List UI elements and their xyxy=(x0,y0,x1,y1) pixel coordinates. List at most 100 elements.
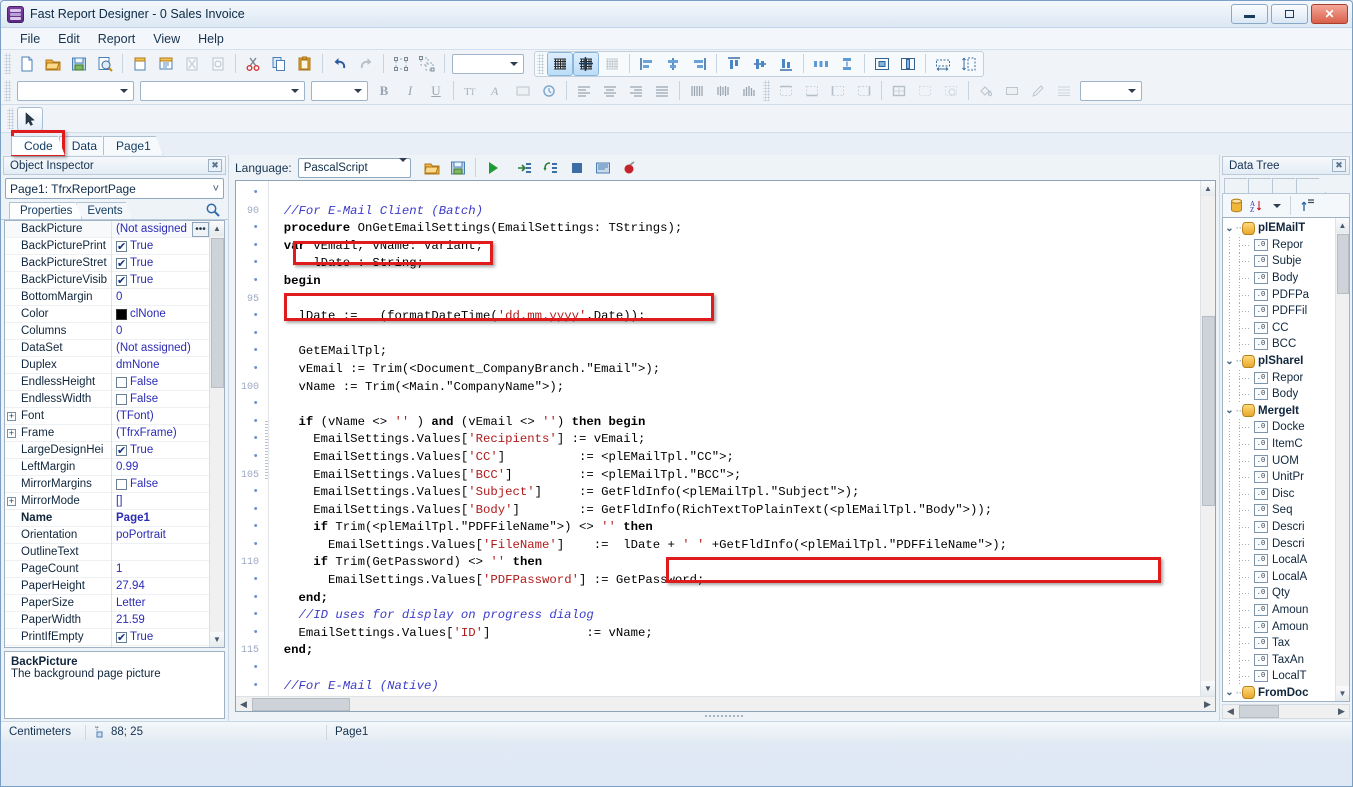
align-text-left-button[interactable] xyxy=(571,79,597,103)
data-tree-field-node[interactable]: .0 Repor xyxy=(1223,369,1335,386)
data-tree-field-node[interactable]: .0 PDFPa xyxy=(1223,286,1335,303)
property-value[interactable]: 0.99 xyxy=(112,459,209,476)
same-height-button[interactable] xyxy=(956,52,982,76)
data-tree-field-node[interactable]: .0 UOM xyxy=(1223,452,1335,469)
code-line[interactable]: vEmail := Trim(<Document_CompanyBranch."… xyxy=(269,361,1200,379)
code-line[interactable]: EmailSettings.Values['Subject'] := GetFl… xyxy=(269,484,1200,502)
toolbar-grip[interactable] xyxy=(537,53,544,74)
code-line[interactable]: lDate := (formatDateTime('dd.mm.yyyy',Da… xyxy=(269,308,1200,326)
style-combo[interactable] xyxy=(1080,80,1142,101)
text-color-button[interactable]: TT xyxy=(458,79,484,103)
group-button[interactable] xyxy=(388,52,414,76)
property-row[interactable]: BottomMargin 0 xyxy=(5,288,209,306)
property-value[interactable]: Letter xyxy=(112,595,209,612)
property-checkbox[interactable] xyxy=(116,274,127,287)
snap-to-grid-button[interactable] xyxy=(573,51,599,76)
property-value[interactable]: (Not assigned) xyxy=(112,340,209,357)
preview-button[interactable] xyxy=(92,52,118,76)
scroll-thumb[interactable] xyxy=(252,697,350,711)
font-style-combo[interactable] xyxy=(140,80,305,101)
align-bottom-button[interactable] xyxy=(773,52,799,76)
stop-button[interactable] xyxy=(564,156,590,180)
scroll-up-button[interactable]: ▲ xyxy=(209,221,224,236)
data-tree-field-node[interactable]: .0 Qty xyxy=(1223,585,1335,602)
line-width-button[interactable] xyxy=(1051,79,1077,103)
data-tree-field-node[interactable]: .0 Body xyxy=(1223,386,1335,403)
code-line[interactable]: EmailSettings.Values['Recipients'] := vE… xyxy=(269,431,1200,449)
expand-toggle-icon[interactable]: + xyxy=(5,496,18,506)
property-value[interactable]: False xyxy=(112,476,209,493)
tab-data[interactable]: Data xyxy=(59,136,109,155)
property-value[interactable]: True xyxy=(112,629,209,646)
pen-button[interactable] xyxy=(1025,79,1051,103)
property-row[interactable]: PaperSize Letter xyxy=(5,594,209,612)
code-line[interactable]: end; xyxy=(269,642,1200,660)
property-value[interactable]: 1 xyxy=(112,561,209,578)
code-line[interactable]: vName := Trim(<Main."CompanyName">); xyxy=(269,379,1200,397)
property-row[interactable]: BackPictureVisib True xyxy=(5,271,209,289)
language-combo[interactable]: PascalScript xyxy=(297,157,411,178)
property-row[interactable]: Orientation poPortrait xyxy=(5,526,209,544)
property-row[interactable]: PrintOnPreviousFalse xyxy=(5,645,209,648)
scroll-down-button[interactable]: ▼ xyxy=(1335,686,1349,701)
minimize-button[interactable] xyxy=(1231,4,1268,24)
code-line[interactable]: EmailSettings.Values['ID'] := vName; xyxy=(269,625,1200,643)
property-row[interactable]: EndlessHeight False xyxy=(5,373,209,391)
property-checkbox[interactable] xyxy=(116,393,127,405)
open-script-button[interactable] xyxy=(419,156,445,180)
code-line[interactable] xyxy=(269,660,1200,678)
property-row[interactable]: DataSet (Not assigned) xyxy=(5,339,209,357)
data-tree-dataset-node[interactable]: ⌄ ·· FromDoc xyxy=(1223,685,1335,701)
new-dialog-button[interactable] xyxy=(153,52,179,76)
font-name-combo[interactable] xyxy=(17,80,134,101)
code-text[interactable]: //For E-Mail Client (Batch) procedure On… xyxy=(269,181,1200,696)
close-button[interactable]: ✕ xyxy=(1311,4,1348,24)
code-line[interactable]: lDate : String; xyxy=(269,255,1200,273)
property-checkbox[interactable] xyxy=(116,478,127,490)
evaluate-button[interactable] xyxy=(590,156,616,180)
frame-top-button[interactable] xyxy=(773,79,799,103)
toolbar-grip[interactable] xyxy=(4,53,11,74)
code-line[interactable]: EmailSettings.Values['FileName'] := lDat… xyxy=(269,537,1200,555)
fill-color-button[interactable] xyxy=(973,79,999,103)
italic-button[interactable]: I xyxy=(397,79,423,103)
frame-bottom-button[interactable] xyxy=(799,79,825,103)
property-row[interactable]: + Frame (TfrxFrame) xyxy=(5,424,209,442)
toolbar-grip[interactable] xyxy=(7,108,14,129)
property-value[interactable]: clNone xyxy=(112,306,209,323)
property-row[interactable]: BackPicture (Not assigned ••• xyxy=(5,221,209,238)
property-value[interactable]: 0 xyxy=(112,323,209,340)
code-line[interactable]: if (vName <> '' ) and (vEmail <> '') the… xyxy=(269,414,1200,432)
toolbar-grip[interactable] xyxy=(4,80,11,101)
code-line[interactable]: var vEmail, vName: Variant; xyxy=(269,238,1200,256)
tab-properties[interactable]: Properties xyxy=(9,202,82,219)
valign-bottom-button[interactable] xyxy=(736,79,762,103)
code-line[interactable]: //For E-Mail (Native) xyxy=(269,678,1200,696)
cut-button[interactable] xyxy=(240,52,266,76)
run-button[interactable] xyxy=(480,156,506,180)
scroll-down-button[interactable]: ▼ xyxy=(1200,681,1215,696)
data-tree-field-node[interactable]: .0 PDFFil xyxy=(1223,303,1335,320)
panel-splitter[interactable] xyxy=(229,712,1219,721)
data-tree-horizontal-scrollbar[interactable]: ◀ ▶ xyxy=(1222,704,1350,719)
frame-all-button[interactable] xyxy=(886,79,912,103)
property-value[interactable]: [] xyxy=(112,493,209,510)
code-vertical-scrollbar[interactable]: ▲ ▼ xyxy=(1200,181,1215,696)
property-value[interactable]: False xyxy=(112,646,209,648)
redo-button[interactable] xyxy=(353,52,379,76)
close-panel-icon[interactable]: ✖ xyxy=(1332,159,1346,172)
valign-center-button[interactable] xyxy=(710,79,736,103)
property-value[interactable]: True xyxy=(112,238,209,255)
data-tree-field-node[interactable]: .0 Amoun xyxy=(1223,618,1335,635)
property-value[interactable]: 27.94 xyxy=(112,578,209,595)
save-report-button[interactable] xyxy=(66,52,92,76)
property-value[interactable]: poPortrait xyxy=(112,527,209,544)
tab-events[interactable]: Events xyxy=(76,202,132,219)
data-tree-dataset-node[interactable]: ⌄ ·· plEMailT xyxy=(1223,220,1335,237)
frame-none-button[interactable] xyxy=(912,79,938,103)
maximize-button[interactable] xyxy=(1271,4,1308,24)
property-row[interactable]: PrintIfEmpty True xyxy=(5,628,209,646)
property-row[interactable]: Columns 0 xyxy=(5,322,209,340)
property-row[interactable]: PageCount 1 xyxy=(5,560,209,578)
property-checkbox[interactable] xyxy=(116,631,127,644)
